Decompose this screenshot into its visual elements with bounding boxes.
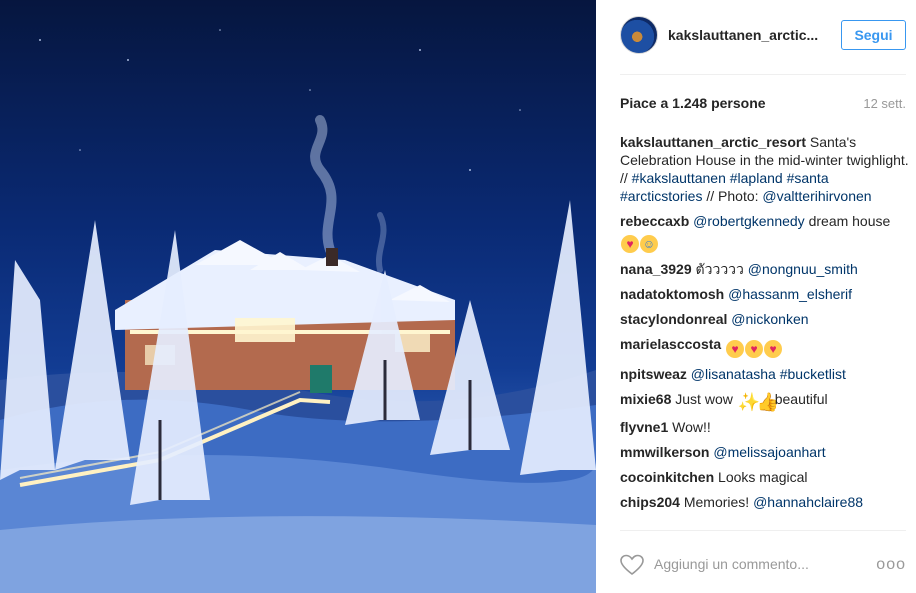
comment-username[interactable]: nana_3929 — [620, 261, 692, 277]
post-date[interactable]: 12 sett. — [863, 96, 906, 111]
mention-link[interactable]: @nickonken — [731, 311, 808, 327]
comment-text: Memories! — [683, 494, 750, 510]
comment-username[interactable]: chips204 — [620, 494, 680, 510]
post-photo[interactable] — [0, 0, 596, 593]
comment-item: cocoinkitchen Looks magical — [620, 468, 910, 486]
comment-text: ตัววววว — [695, 261, 744, 277]
likes-count[interactable]: Piace a 1.248 persone — [620, 95, 766, 111]
comment-item: flyvne1 Wow!! — [620, 418, 910, 436]
comment-username[interactable]: stacylondonreal — [620, 311, 727, 327]
post-header: kakslauttanen_arctic... Segui — [620, 15, 906, 55]
author-username[interactable]: kakslauttanen_arctic... — [668, 27, 818, 43]
sparkle-emoji: ✨ — [737, 392, 761, 412]
comment-username[interactable]: mmwilkerson — [620, 444, 709, 460]
caption-username[interactable]: kakslauttanen_arctic_resort — [620, 134, 806, 150]
hashtag-link[interactable]: #arcticstories — [620, 188, 702, 204]
post-side-panel: kakslauttanen_arctic... Segui Piace a 1.… — [596, 0, 916, 593]
comments-list[interactable]: kakslauttanen_arctic_resort Santa's Cele… — [620, 133, 910, 528]
mention-link[interactable]: @valtterihirvonen — [762, 188, 871, 204]
comment-text: Just wow — [675, 391, 733, 407]
heart-outline-icon[interactable] — [620, 554, 644, 576]
comment-username[interactable]: marielasccosta — [620, 336, 721, 352]
follow-button[interactable]: Segui — [841, 20, 906, 50]
mention-link[interactable]: @lisanatasha — [691, 366, 776, 382]
comment-item: rebeccaxb @robertgkennedy dream house ♥ ☺ — [620, 212, 910, 253]
comment-item: mmwilkerson @melissajoanhart — [620, 443, 910, 461]
heart-eyes-emoji: ♥ — [621, 235, 639, 253]
tears-of-joy-emoji: ☺ — [640, 235, 658, 253]
heart-eyes-emoji: ♥ — [726, 340, 745, 358]
more-options-icon[interactable]: ooo — [876, 556, 906, 574]
comment-text: dream house — [808, 213, 891, 229]
heart-eyes-emoji: ♥ — [764, 340, 783, 358]
comment-input[interactable] — [654, 552, 869, 576]
hashtag-link[interactable]: #santa — [787, 170, 829, 186]
comment-username[interactable]: cocoinkitchen — [620, 469, 714, 485]
comment-item: stacylondonreal @nickonken — [620, 310, 910, 328]
comment-item: npitsweaz @lisanatasha #bucketlist — [620, 365, 910, 383]
comment-item: marielasccosta ♥ ♥ ♥ — [620, 335, 910, 358]
thumbs-up-emoji: 👍 — [756, 392, 780, 412]
photo-credit-label: // Photo: — [706, 188, 759, 204]
post-footer: ooo — [620, 542, 910, 586]
heart-eyes-emoji: ♥ — [745, 340, 764, 358]
mention-link[interactable]: @hassanm_elsherif — [728, 286, 852, 302]
comment-text: Looks magical — [718, 469, 808, 485]
avatar[interactable] — [620, 16, 658, 54]
comment-username[interactable]: rebeccaxb — [620, 213, 689, 229]
caption: kakslauttanen_arctic_resort Santa's Cele… — [620, 133, 910, 205]
comment-item: nana_3929 ตัววววว @nongnuu_smith — [620, 260, 910, 278]
footer-divider — [620, 530, 906, 531]
hashtag-link[interactable]: #kakslauttanen — [632, 170, 726, 186]
comment-text: Wow!! — [672, 419, 711, 435]
comment-username[interactable]: nadatoktomosh — [620, 286, 724, 302]
comment-username[interactable]: npitsweaz — [620, 366, 687, 382]
comment-item: nadatoktomosh @hassanm_elsherif — [620, 285, 910, 303]
comment-username[interactable]: mixie68 — [620, 391, 671, 407]
mention-link[interactable]: @melissajoanhart — [713, 444, 825, 460]
comment-username[interactable]: flyvne1 — [620, 419, 668, 435]
comment-text: beautiful — [774, 391, 828, 407]
mention-link[interactable]: @hannahclaire88 — [753, 494, 863, 510]
mention-link[interactable]: @nongnuu_smith — [748, 261, 858, 277]
header-divider — [620, 74, 906, 75]
hashtag-link[interactable]: #lapland — [730, 170, 783, 186]
hashtag-link[interactable]: #bucketlist — [780, 366, 846, 382]
comment-item: mixie68 Just wow ✨👍beautiful — [620, 390, 910, 411]
snowy-house-image — [0, 29, 596, 593]
comment-item: chips204 Memories! @hannahclaire88 — [620, 493, 910, 511]
mention-link[interactable]: @robertgkennedy — [693, 213, 805, 229]
